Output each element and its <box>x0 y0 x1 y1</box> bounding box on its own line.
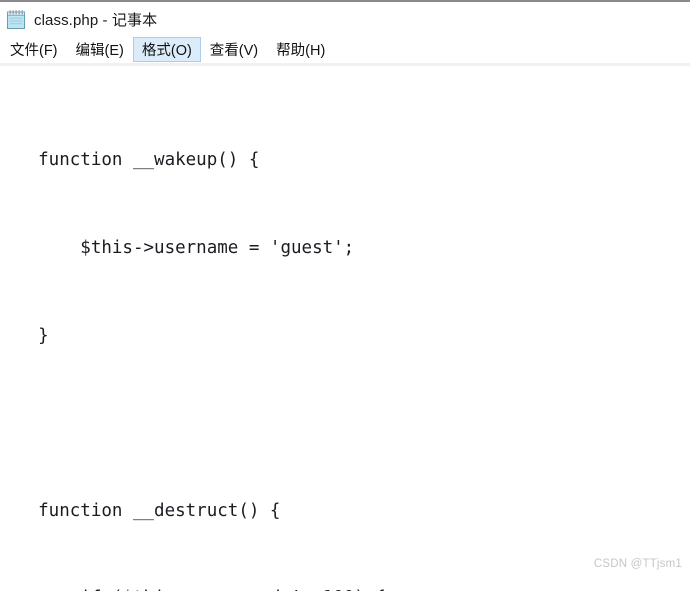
code-content[interactable]: function __wakeup() { $this->username = … <box>0 88 565 591</box>
text-editor-area[interactable]: function __wakeup() { $this->username = … <box>0 74 690 591</box>
code-line: } <box>0 325 49 346</box>
code-line: function __destruct() { <box>0 500 281 521</box>
title-bar: class.php - 记事本 <box>0 2 690 36</box>
code-line: if ($this->password != 100) { <box>0 584 565 591</box>
menu-item-edit[interactable]: 编辑(E) <box>67 37 133 62</box>
menu-item-help[interactable]: 帮助(H) <box>267 37 334 62</box>
csdn-watermark: CSDN @TTjsm1 <box>593 558 682 570</box>
notepad-window: class.php - 记事本 文件(F) 编辑(E) 格式(O) 查看(V) … <box>0 0 690 591</box>
menu-item-format[interactable]: 格式(O) <box>132 37 201 62</box>
menu-item-file[interactable]: 文件(F) <box>1 37 67 62</box>
menu-item-view[interactable]: 查看(V) <box>201 37 267 62</box>
code-line: function __wakeup() { <box>0 150 260 171</box>
notepad-icon <box>6 9 26 30</box>
window-title: class.php - 记事本 <box>34 11 158 29</box>
menu-bar: 文件(F) 编辑(E) 格式(O) 查看(V) 帮助(H) <box>0 36 690 66</box>
code-line: $this->username = 'guest'; <box>0 238 355 258</box>
